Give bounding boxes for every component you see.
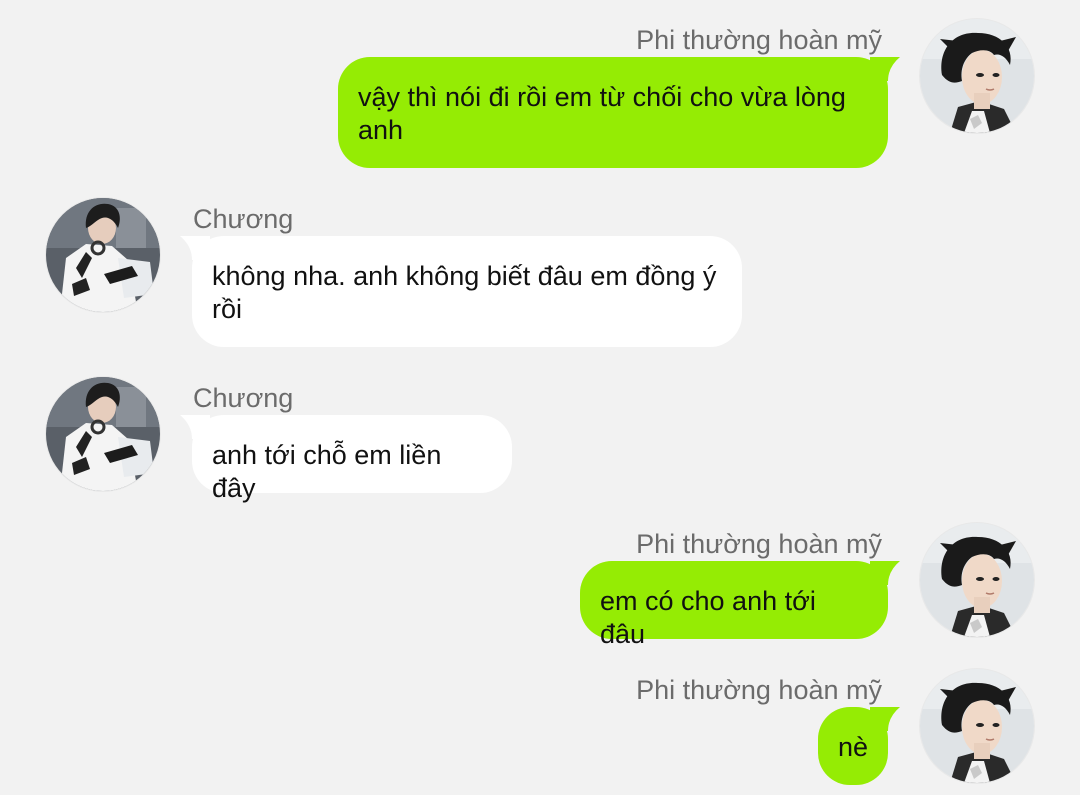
message-text: không nha. anh không biết đâu em đồng ý … xyxy=(212,261,717,324)
message-text: vậy thì nói đi rồi em từ chối cho vừa lò… xyxy=(358,82,846,145)
message-bubble[interactable]: em có cho anh tới đâu xyxy=(580,561,888,649)
sender-name: Chương xyxy=(193,383,294,413)
avatar-photo-incoming[interactable] xyxy=(46,377,160,491)
avatar-photo-incoming[interactable] xyxy=(46,198,160,312)
message-bubble[interactable]: anh tới chỗ em liền đây xyxy=(192,415,512,503)
sender-name: Phi thường hoàn mỹ xyxy=(636,529,882,559)
message-text: nè xyxy=(838,732,869,762)
message-text: em có cho anh tới đâu xyxy=(600,586,816,649)
message-text: anh tới chỗ em liền đây xyxy=(212,440,442,503)
avatar-photo-outgoing[interactable] xyxy=(920,523,1034,637)
bubble-tail xyxy=(870,707,900,731)
sender-name: Phi thường hoàn mỹ xyxy=(636,675,882,705)
message-bubble[interactable]: vậy thì nói đi rồi em từ chối cho vừa lò… xyxy=(338,57,888,168)
bubble-tail xyxy=(870,57,900,81)
avatar-photo-outgoing[interactable] xyxy=(920,669,1034,783)
message-bubble[interactable]: không nha. anh không biết đâu em đồng ý … xyxy=(192,236,742,347)
avatar-photo-outgoing[interactable] xyxy=(920,19,1034,133)
sender-name: Phi thường hoàn mỹ xyxy=(636,25,882,55)
bubble-tail xyxy=(870,561,900,585)
sender-name: Chương xyxy=(193,204,294,234)
